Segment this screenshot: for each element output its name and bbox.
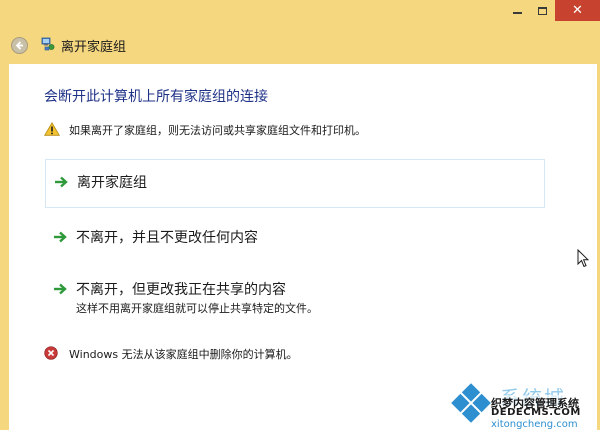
maximize-button[interactable] <box>530 0 554 21</box>
back-arrow-icon <box>15 41 23 50</box>
warning-icon <box>44 122 60 136</box>
green-arrow-icon <box>54 283 67 295</box>
change-sharing-option[interactable]: 不离开，但更改我正在共享的内容 这样不用离开家庭组就可以停止共享特定的文件。 <box>45 276 545 318</box>
watermark: 系统城 织梦内容管理系统 DEDECMS.COM xitongcheng.com <box>444 380 600 430</box>
error-icon <box>44 346 58 360</box>
warning-message: 如果离开了家庭组，则无法访问或共享家庭组文件和打印机。 <box>69 124 366 137</box>
back-button[interactable] <box>11 37 28 54</box>
watermark-url: xitongcheng.com <box>491 419 578 430</box>
option-label: 不离开，但更改我正在共享的内容 <box>76 282 286 298</box>
navigation-bar: 离开家庭组 <box>0 26 600 64</box>
page-title: 离开家庭组 <box>61 40 127 55</box>
option-description: 这样不用离开家庭组就可以停止共享特定的文件。 <box>76 302 318 315</box>
leave-homegroup-option[interactable]: 离开家庭组 <box>45 159 545 208</box>
windows-logo-icon <box>451 383 491 423</box>
close-icon: ✕ <box>572 3 583 18</box>
homegroup-icon <box>41 37 55 51</box>
error-message: Windows 无法从该家庭组中删除你的计算机。 <box>69 348 298 361</box>
minimize-button[interactable] <box>505 0 529 21</box>
main-heading: 会断开此计算机上所有家庭组的连接 <box>44 89 268 105</box>
minimize-icon <box>512 11 522 14</box>
green-arrow-icon <box>54 231 67 243</box>
watermark-domain: DEDECMS.COM <box>491 407 581 418</box>
mouse-cursor-icon <box>577 249 589 268</box>
option-label: 不离开，并且不更改任何内容 <box>76 230 258 246</box>
close-button[interactable]: ✕ <box>555 0 600 21</box>
maximize-icon <box>537 6 547 15</box>
homegroup-window: ✕ 离开家庭组 会断开此计算机上所有家庭组的连接 如果离开了家庭组，则无法访问或… <box>0 0 600 430</box>
content-panel: 会断开此计算机上所有家庭组的连接 如果离开了家庭组，则无法访问或共享家庭组文件和… <box>9 64 597 430</box>
no-change-option[interactable]: 不离开，并且不更改任何内容 <box>45 224 545 254</box>
title-bar: ✕ <box>0 0 600 26</box>
option-label: 离开家庭组 <box>77 175 147 191</box>
green-arrow-icon <box>55 176 68 188</box>
